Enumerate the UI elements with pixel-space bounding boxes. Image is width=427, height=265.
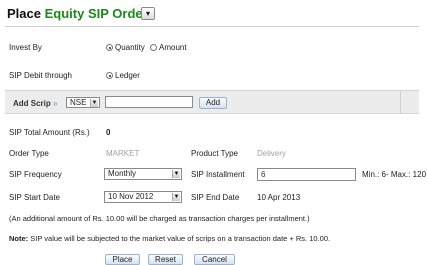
add-scrip-label: Add Scrip » [13,99,57,108]
exchange-value: NSE [70,98,87,107]
invest-by-amount-option[interactable]: Amount [150,43,187,52]
sip-start-date-value: 10 Nov 2012 [108,192,154,201]
place-button[interactable]: Place [105,254,140,265]
bar-divider [400,90,401,114]
sip-total-value: 0 [106,128,111,137]
sip-end-date-value: 10 Apr 2013 [257,193,301,202]
ledger-label: Ledger [115,71,140,80]
chevron-down-icon: ▼ [172,170,180,178]
page-title: Place Equity SIP Order [7,6,148,21]
order-type-value: MARKET [106,149,140,158]
add-scrip-button[interactable]: Add [199,97,227,109]
invest-by-quantity-option[interactable]: Quantity [106,43,145,52]
title-prefix: Place [7,6,41,21]
order-type-dropdown[interactable]: ▾ [141,7,155,20]
sip-frequency-value: Monthly [108,169,137,178]
sip-start-date-label: SIP Start Date [9,193,60,202]
sip-installment-label: SIP Installment [191,170,245,179]
invest-by-label: Invest By [9,43,42,52]
note-text: SIP value will be subjected to the marke… [28,234,331,243]
product-type-label: Product Type [191,149,238,158]
chevron-down-icon: ▾ [145,9,150,18]
sip-debit-ledger-option[interactable]: Ledger [106,71,140,80]
cancel-button[interactable]: Cancel [194,254,235,265]
quantity-label: Quantity [115,43,145,52]
double-arrow-icon: » [53,99,58,108]
add-scrip-text: Add Scrip [13,99,51,108]
product-type-value: Delivery [257,149,286,158]
amount-label: Amount [159,43,187,52]
sip-value-note: Note: SIP value will be subjected to the… [9,234,330,243]
reset-button[interactable]: Reset [148,254,183,265]
sip-end-date-label: SIP End Date [191,193,240,202]
radio-icon[interactable] [106,72,113,79]
chevron-down-icon: ▼ [172,193,180,201]
note-label: Note: [9,234,29,243]
exchange-select[interactable]: NSE ▼ [66,97,100,108]
title-divider [5,26,419,27]
radio-icon[interactable] [106,44,113,51]
scrip-input[interactable] [105,96,193,108]
order-type-label: Order Type [9,149,49,158]
title-highlight: Equity SIP Order [44,6,148,21]
sip-installment-input[interactable]: 6 [257,168,356,181]
sip-total-label: SIP Total Amount (Rs.) [9,128,90,137]
chevron-down-icon: ▼ [90,99,98,107]
charges-note: (An additional amount of Rs. 10.00 will … [9,214,310,223]
sip-start-date-select[interactable]: 10 Nov 2012 ▼ [104,191,182,203]
sip-frequency-label: SIP Frequency [9,170,62,179]
installment-range-text: Min.: 6- Max.: 120 [362,170,427,179]
sip-frequency-select[interactable]: Monthly ▼ [104,168,182,180]
radio-icon[interactable] [150,44,157,51]
sip-debit-label: SIP Debit through [9,71,73,80]
